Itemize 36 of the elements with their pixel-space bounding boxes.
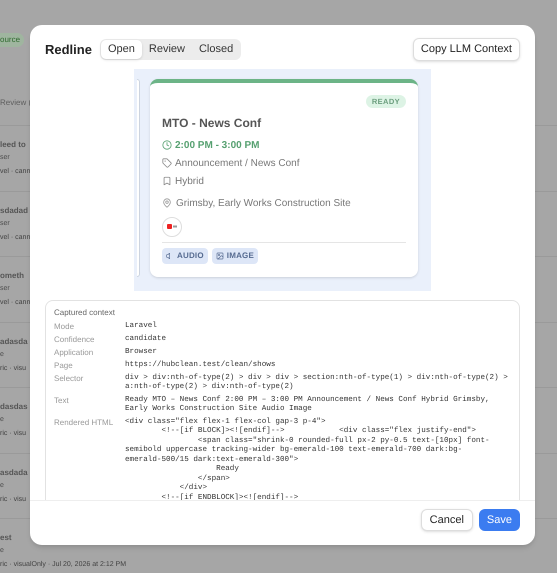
event-time: 2:00 PM - 3:00 PM: [175, 138, 260, 153]
item-title[interactable]: ometh: [0, 270, 24, 282]
status-tab[interactable]: Review: [142, 40, 192, 58]
context-label: Selector: [54, 374, 84, 384]
context-label: Confidence: [54, 334, 96, 344]
copy-llm-context-button[interactable]: Copy LLM Context: [412, 38, 520, 60]
item-title[interactable]: leed to: [0, 139, 26, 151]
context-label: Page: [54, 360, 74, 370]
event-location: Grimsby, Early Works Construction Site: [176, 196, 351, 211]
source-badge: ource: [0, 33, 24, 47]
dialog-title: Redline: [45, 40, 92, 58]
save-button[interactable]: Save: [478, 508, 520, 531]
status-tab[interactable]: Closed: [192, 40, 240, 58]
cancel-button[interactable]: Cancel: [420, 508, 473, 531]
item-title[interactable]: asdada: [0, 466, 28, 478]
context-heading: Captured context: [54, 306, 115, 318]
item-title[interactable]: dasdas: [0, 401, 28, 413]
bookmark-icon: [162, 176, 172, 186]
event-title: MTO - News Conf: [162, 114, 262, 132]
event-format: Hybrid: [175, 174, 204, 189]
media-chip: AUDIO: [162, 248, 208, 264]
map-pin-icon: [162, 198, 172, 208]
status-tab[interactable]: Open: [100, 40, 142, 58]
event-category: Announcement / News Conf: [175, 156, 300, 171]
item-title[interactable]: est: [0, 532, 12, 544]
media-chip: IMAGE: [212, 248, 258, 264]
context-label: Mode: [54, 322, 76, 332]
item-title[interactable]: sdadad: [0, 204, 28, 216]
play-logo-icon: [167, 224, 177, 230]
clock-icon: [162, 140, 172, 150]
item-title[interactable]: adasda: [0, 336, 28, 348]
context-label: Application: [54, 348, 94, 358]
context-label: Text: [54, 396, 70, 406]
context-label: Rendered HTML: [54, 418, 114, 428]
image-icon: [216, 252, 224, 260]
tag-icon: [162, 158, 172, 168]
